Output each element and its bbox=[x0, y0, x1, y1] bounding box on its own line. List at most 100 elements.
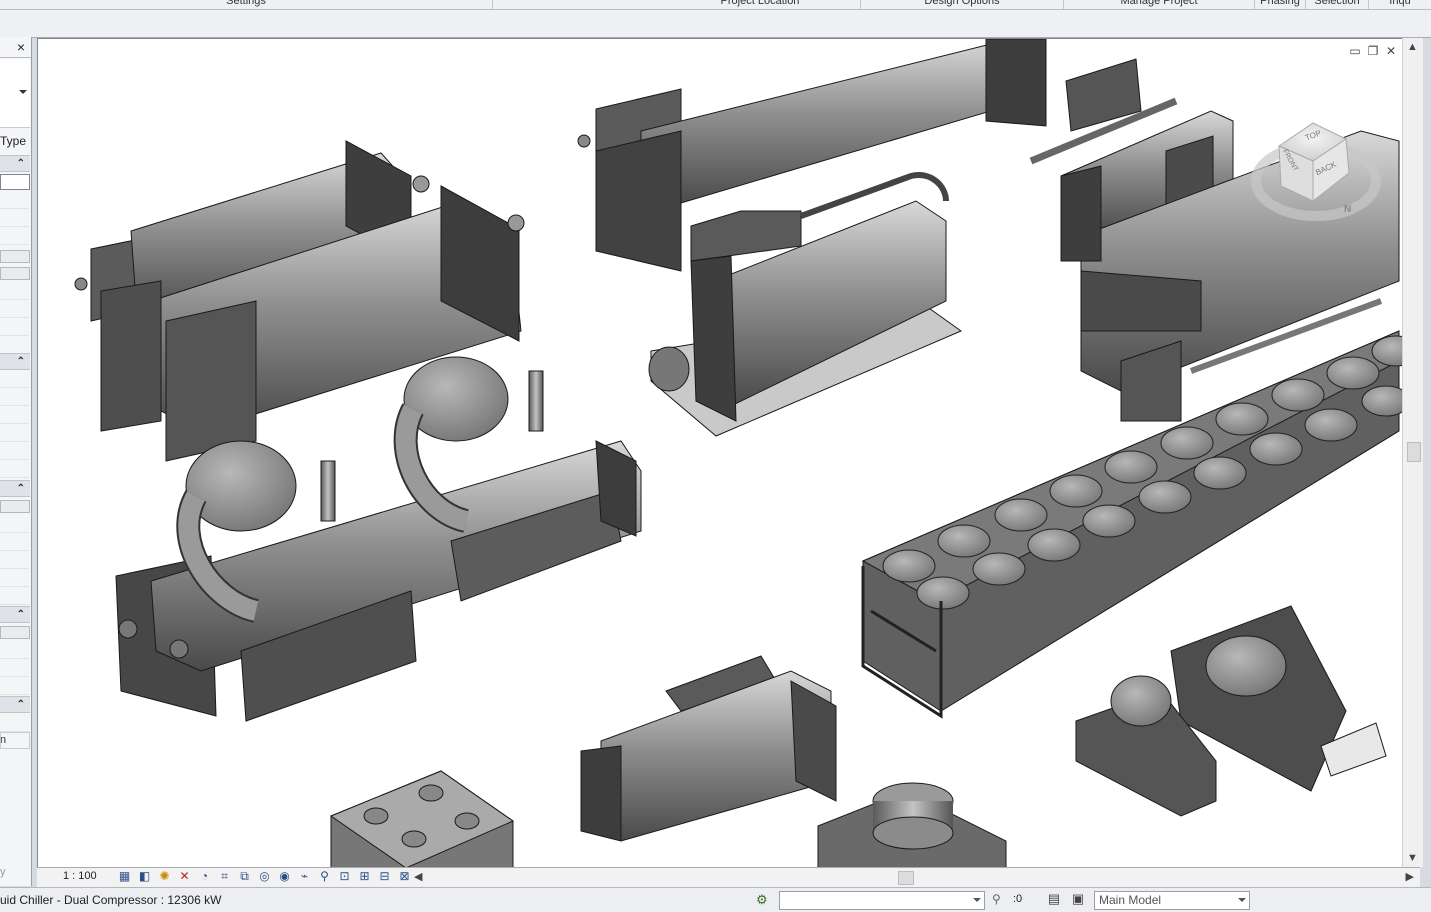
chiller-top-center[interactable] bbox=[577, 39, 1047, 272]
collapse-icon: ⌃ bbox=[16, 483, 25, 494]
collapse-icon: ⌃ bbox=[16, 609, 25, 620]
editing-requests-icon[interactable]: ▤ bbox=[1045, 891, 1063, 908]
selection-status-text: uid Chiller - Dual Compressor : 12306 kW bbox=[0, 893, 222, 907]
tab-settings[interactable]: Settings bbox=[0, 0, 493, 9]
property-button[interactable] bbox=[0, 267, 30, 280]
lock-3d-icon[interactable]: ⌁ bbox=[297, 869, 312, 884]
property-field[interactable] bbox=[0, 732, 30, 749]
property-row[interactable] bbox=[0, 641, 29, 659]
crop-view-icon[interactable]: ⌗ bbox=[217, 869, 232, 884]
property-row[interactable] bbox=[0, 714, 29, 732]
ribbon-tab-bar: Settings Project Location Design Options… bbox=[0, 0, 1431, 10]
collapse-icon: ⌃ bbox=[16, 356, 25, 367]
filter-icon[interactable]: ⚲ bbox=[992, 892, 1001, 906]
worksharing-icon[interactable]: ⚙ bbox=[756, 892, 768, 908]
section-header[interactable]: ⌃ bbox=[0, 696, 30, 713]
status-bar: uid Chiller - Dual Compressor : 12306 kW… bbox=[0, 887, 1431, 912]
apply-link[interactable]: y bbox=[0, 866, 6, 878]
tab-project-location[interactable]: Project Location bbox=[660, 0, 861, 9]
sun-path-icon[interactable]: ✺ bbox=[157, 869, 172, 884]
visual-style-icon[interactable]: ◧ bbox=[137, 869, 152, 884]
property-button[interactable] bbox=[0, 626, 30, 639]
chiller-center[interactable] bbox=[648, 172, 963, 437]
horizontal-scrollbar[interactable]: ◀ ▶ bbox=[414, 868, 1414, 886]
tab-inquiry[interactable]: Inqu bbox=[1369, 0, 1431, 9]
show-crop-icon[interactable]: ⧉ bbox=[237, 869, 252, 884]
tank-bottom-center[interactable] bbox=[817, 782, 1007, 868]
property-row[interactable] bbox=[0, 460, 29, 478]
section-header[interactable]: ⌃ bbox=[0, 155, 30, 172]
scroll-down-icon[interactable]: ▼ bbox=[1407, 852, 1418, 864]
design-options-icon[interactable]: ⊠ bbox=[397, 869, 412, 884]
property-row[interactable] bbox=[0, 677, 29, 695]
property-row[interactable] bbox=[0, 406, 29, 424]
chiller-bottom-center[interactable] bbox=[580, 655, 837, 842]
worksets-icon[interactable]: ⊟ bbox=[377, 869, 392, 884]
property-row[interactable] bbox=[0, 569, 29, 587]
scroll-thumb[interactable] bbox=[1407, 442, 1421, 462]
property-row[interactable] bbox=[0, 300, 29, 318]
chevron-down-icon bbox=[1238, 898, 1246, 902]
vertical-scrollbar[interactable]: ▲ ▼ bbox=[1402, 38, 1423, 867]
detail-level-icon[interactable]: ▦ bbox=[117, 869, 132, 884]
highlight-icon[interactable]: ⊡ bbox=[337, 869, 352, 884]
property-row[interactable] bbox=[0, 533, 29, 551]
analytical-icon[interactable]: ⚲ bbox=[317, 869, 332, 884]
temp-hide-icon[interactable]: ◎ bbox=[257, 869, 272, 884]
section-header[interactable]: ⌃ bbox=[0, 480, 30, 497]
scroll-left-icon[interactable]: ◀ bbox=[414, 870, 422, 883]
design-option-value: Main Model bbox=[1099, 893, 1162, 907]
property-row[interactable] bbox=[0, 370, 29, 388]
property-field[interactable] bbox=[0, 174, 30, 190]
properties-panel: × Type ⌃ ⌃ ⌃ ⌃ ⌃ n y bbox=[0, 37, 32, 886]
property-row[interactable] bbox=[0, 227, 29, 245]
view-scale[interactable]: 1 : 100 bbox=[63, 870, 97, 882]
property-row[interactable] bbox=[0, 424, 29, 442]
tab-selection[interactable]: Selection bbox=[1306, 0, 1369, 9]
property-button[interactable] bbox=[0, 500, 30, 513]
selection-count: :0 bbox=[1013, 893, 1023, 905]
close-icon[interactable]: × bbox=[12, 39, 30, 55]
scroll-up-icon[interactable]: ▲ bbox=[1407, 41, 1418, 53]
property-row[interactable] bbox=[0, 442, 29, 460]
scroll-right-icon[interactable]: ▶ bbox=[1406, 870, 1414, 883]
minimize-icon[interactable]: ▭ bbox=[1348, 44, 1362, 60]
tab-design-options[interactable]: Design Options bbox=[861, 0, 1064, 9]
property-row[interactable] bbox=[0, 282, 29, 300]
design-option-icon[interactable]: ▣ bbox=[1069, 891, 1087, 908]
view-control-icons: ▦ ◧ ✺ ✕ ◔ ⌗ ⧉ ◎ ◉ ⌁ ⚲ ⊡ ⊞ ⊟ ⊠ bbox=[117, 869, 412, 885]
property-row[interactable] bbox=[0, 515, 29, 533]
tab-manage-project[interactable]: Manage Project bbox=[1064, 0, 1255, 9]
restore-icon[interactable]: ❐ bbox=[1366, 44, 1380, 60]
panel-header-divider bbox=[0, 57, 31, 58]
property-row[interactable] bbox=[0, 388, 29, 406]
tab-phasing[interactable]: Phasing bbox=[1255, 0, 1306, 9]
property-row[interactable] bbox=[0, 659, 29, 677]
property-row[interactable] bbox=[0, 209, 29, 227]
view-window-controls: ▭ ❐ ✕ bbox=[1348, 44, 1402, 60]
tank-bottom-left[interactable] bbox=[329, 770, 515, 868]
property-row[interactable] bbox=[0, 318, 29, 336]
compass-north-label: N bbox=[1344, 204, 1352, 215]
chiller-small-right[interactable] bbox=[1075, 605, 1387, 817]
workset-dropdown[interactable] bbox=[779, 891, 985, 910]
3d-view-canvas[interactable]: TOP FRONT BACK N bbox=[37, 38, 1421, 868]
shadows-icon[interactable]: ✕ bbox=[177, 869, 192, 884]
ribbon-panel-strip bbox=[0, 10, 1431, 38]
property-row[interactable] bbox=[0, 551, 29, 569]
design-option-dropdown[interactable]: Main Model bbox=[1094, 891, 1250, 910]
model-geometry[interactable] bbox=[38, 39, 1421, 868]
scroll-thumb[interactable] bbox=[898, 871, 914, 885]
edit-type-label[interactable]: Type bbox=[0, 134, 26, 148]
reveal-hidden-icon[interactable]: ◉ bbox=[277, 869, 292, 884]
property-button[interactable] bbox=[0, 250, 30, 263]
section-header[interactable]: ⌃ bbox=[0, 606, 30, 623]
type-selector[interactable] bbox=[0, 59, 30, 128]
property-row[interactable] bbox=[0, 587, 29, 605]
section-header[interactable]: ⌃ bbox=[0, 353, 30, 370]
property-row[interactable] bbox=[0, 191, 29, 209]
constraints-icon[interactable]: ⊞ bbox=[357, 869, 372, 884]
render-icon[interactable]: ◔ bbox=[197, 869, 212, 884]
chevron-down-icon bbox=[973, 898, 981, 902]
close-view-icon[interactable]: ✕ bbox=[1384, 44, 1398, 60]
